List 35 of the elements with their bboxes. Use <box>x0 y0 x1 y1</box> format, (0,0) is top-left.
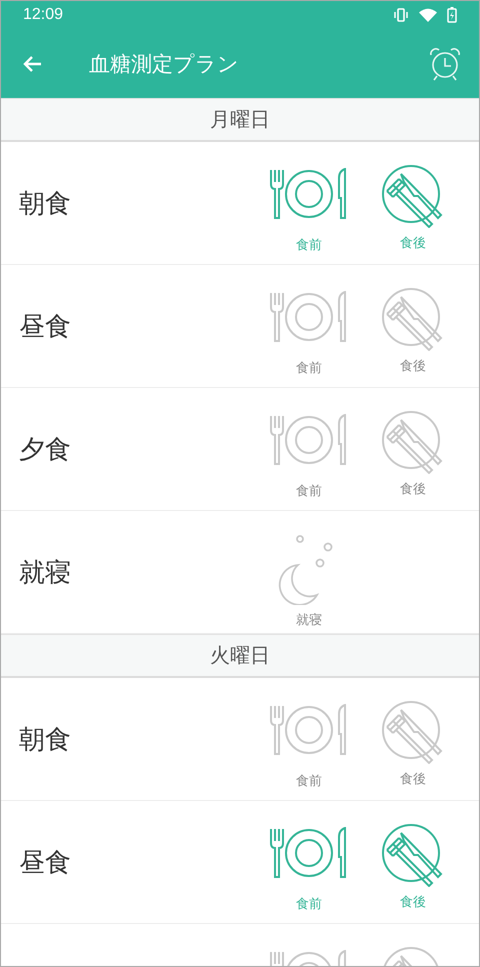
fork-plate-knife-icon <box>269 827 349 879</box>
meal-label: 朝食 <box>19 188 72 221</box>
crossed-cutlery-plate-icon <box>381 410 445 474</box>
crossed-cutlery-plate-icon <box>381 164 445 228</box>
meal-label: 朝食 <box>19 724 72 757</box>
meal-timing-toggle[interactable]: 食後 <box>361 164 465 254</box>
crossed-cutlery-plate-icon <box>381 823 445 887</box>
crossed-cutlery-plate-icon <box>381 287 445 351</box>
alarm-clock-button[interactable] <box>427 46 463 82</box>
meal-timing-toggle[interactable]: 食後 <box>361 823 465 913</box>
vibrate-icon <box>393 8 409 22</box>
screen-title: 血糖測定プラン <box>89 50 240 78</box>
meal-timing-toggle[interactable]: 食前 <box>257 700 361 790</box>
meal-label: 昼食 <box>19 847 72 880</box>
meal-label: 就寝 <box>19 557 72 590</box>
fork-plate-knife-icon <box>269 704 349 756</box>
fork-plate-knife-icon <box>269 168 349 220</box>
battery-icon <box>447 7 457 23</box>
meal-timing-toggle[interactable]: 食前 <box>257 410 361 500</box>
meal-label: 昼食 <box>19 311 72 344</box>
meal-label: 夕食 <box>19 434 72 467</box>
meal-timing-toggle[interactable]: 食後 <box>361 287 465 377</box>
meal-timing-toggle[interactable]: 食後 <box>361 410 465 500</box>
meal-timing-toggle[interactable]: 就寝 <box>257 533 361 629</box>
meal-timing-toggle[interactable]: 食前 <box>257 823 361 913</box>
crossed-cutlery-plate-icon <box>381 700 445 764</box>
meal-timing-toggle[interactable]: 食前 <box>257 164 361 254</box>
day-header: 火曜日 <box>1 634 479 678</box>
fork-plate-knife-icon <box>269 291 349 343</box>
wifi-icon <box>419 8 437 22</box>
fork-plate-knife-icon <box>269 414 349 466</box>
meal-timing-toggle[interactable]: 食前 <box>257 287 361 377</box>
status-time: 12:09 <box>23 6 64 24</box>
day-header: 月曜日 <box>1 98 479 142</box>
meal-timing-toggle[interactable]: 食後 <box>361 700 465 790</box>
